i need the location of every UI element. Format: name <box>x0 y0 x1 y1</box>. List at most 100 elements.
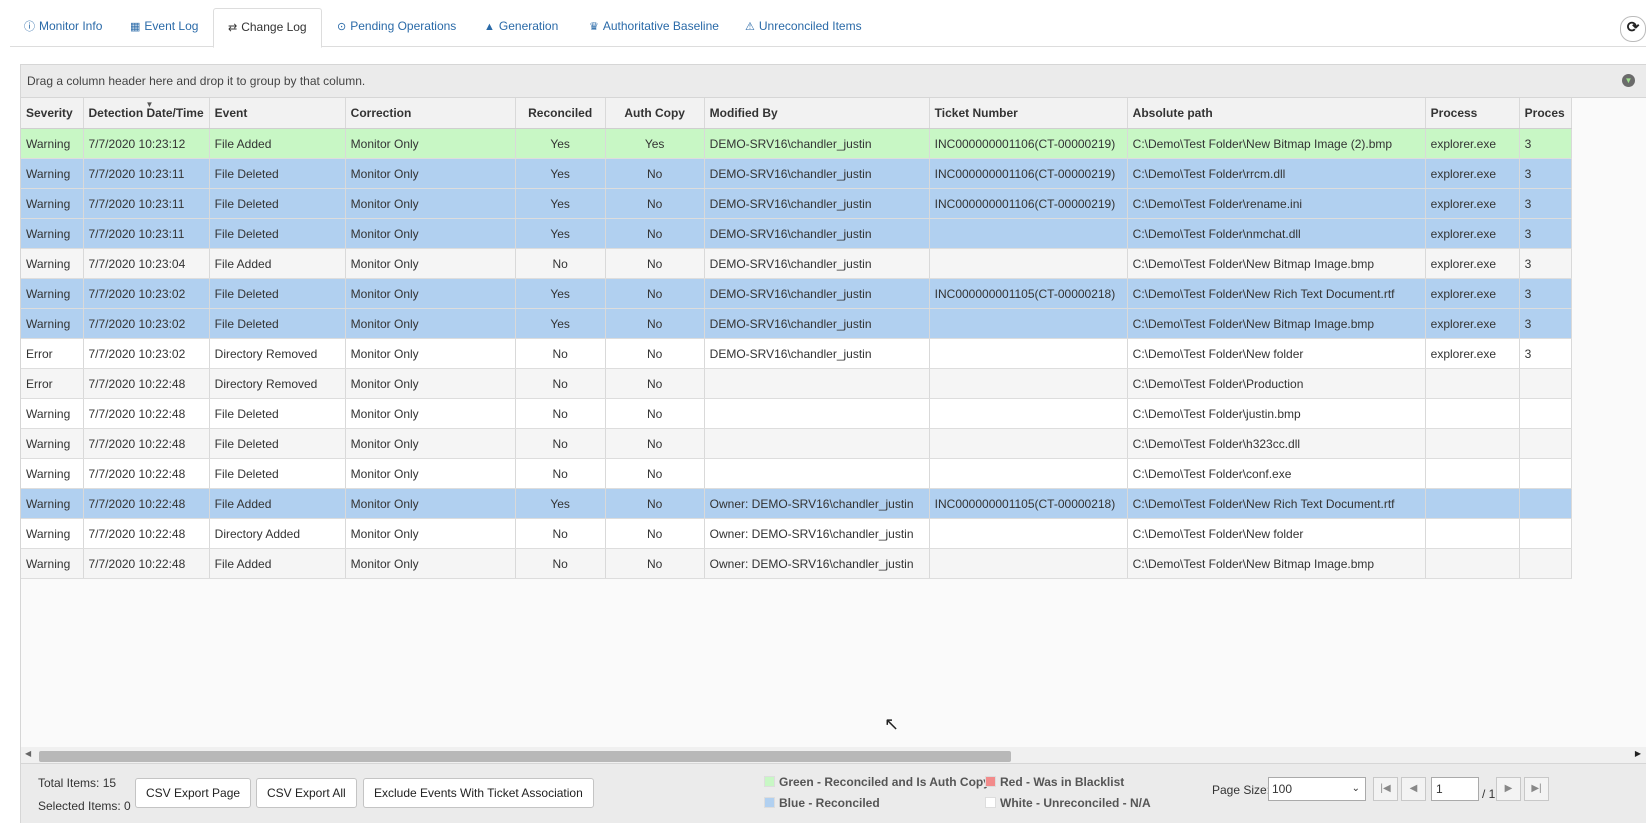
tab-change-log[interactable]: ⇄ Change Log <box>213 8 322 48</box>
cell-ticket-number: INC000000001105(CT-00000218) <box>929 488 1128 519</box>
table-row[interactable]: Warning 7/7/2020 10:23:02 File Deleted Moni… <box>21 308 1572 339</box>
first-page-button[interactable]: |◀ <box>1373 777 1398 801</box>
cell-process: explorer.exe <box>1425 188 1520 219</box>
scrollbar-thumb[interactable] <box>39 751 1011 762</box>
cell-process-2: 3 <box>1519 248 1572 279</box>
cell-ticket-number <box>929 518 1128 549</box>
cell-process-2 <box>1519 458 1572 489</box>
column-header-correction[interactable]: Correction <box>345 98 516 129</box>
cell-event: Directory Removed <box>209 338 346 369</box>
scroll-right-icon[interactable]: ▶ <box>1635 749 1641 758</box>
cell-severity: Warning <box>21 188 84 219</box>
cell-reconciled: Yes <box>515 278 606 309</box>
cell-ticket-number: INC000000001106(CT-00000219) <box>929 158 1128 189</box>
legend-green: Green - Reconciled and Is Auth Copy <box>764 775 990 789</box>
page-number-input[interactable]: 1 <box>1431 777 1479 801</box>
csv-export-all-button[interactable]: CSV Export All <box>256 778 357 808</box>
cell-modified-by: DEMO-SRV16\chandler_justin <box>704 158 930 189</box>
collapse-icon[interactable]: ▼ <box>1622 74 1635 87</box>
cell-reconciled: Yes <box>515 128 606 159</box>
cell-correction: Monitor Only <box>345 518 516 549</box>
legend-label: Green - Reconciled and Is Auth Copy <box>779 775 990 789</box>
cell-event: File Deleted <box>209 188 346 219</box>
csv-export-page-button[interactable]: CSV Export Page <box>135 778 252 808</box>
selected-items: Selected Items: 0 <box>38 799 131 813</box>
tab-event-log[interactable]: ▦ Event Log <box>130 8 198 45</box>
cell-severity: Warning <box>21 428 84 459</box>
page-size-select[interactable]: 100 ⌄ <box>1268 777 1366 801</box>
cell-severity: Warning <box>21 398 84 429</box>
tab-monitor-info[interactable]: ⓘ Monitor Info <box>24 8 102 45</box>
column-header-process[interactable]: Process <box>1425 98 1520 129</box>
cell-ticket-number <box>929 248 1128 279</box>
table-row[interactable]: Warning 7/7/2020 10:23:12 File Added Monito… <box>21 128 1572 159</box>
cell-ticket-number <box>929 458 1128 489</box>
cell-detection-datetime: 7/7/2020 10:23:04 <box>83 248 210 279</box>
table-row[interactable]: Error 7/7/2020 10:22:48 Directory Removed M… <box>21 368 1572 399</box>
cell-reconciled: No <box>515 458 606 489</box>
scroll-left-icon[interactable]: ◀ <box>25 749 31 758</box>
table-row[interactable]: Warning 7/7/2020 10:22:48 File Added Monito… <box>21 548 1572 579</box>
next-page-button[interactable]: ▶ <box>1496 777 1521 801</box>
cell-ticket-number: INC000000001106(CT-00000219) <box>929 188 1128 219</box>
column-header-process-2[interactable]: Proces <box>1519 98 1572 129</box>
cell-modified-by: DEMO-SRV16\chandler_justin <box>704 338 930 369</box>
cell-event: File Added <box>209 128 346 159</box>
cell-modified-by: DEMO-SRV16\chandler_justin <box>704 218 930 249</box>
column-header-modified-by[interactable]: Modified By <box>704 98 930 129</box>
table-row[interactable]: Warning 7/7/2020 10:22:48 File Added Monito… <box>21 488 1572 519</box>
trophy-icon: ♛ <box>589 21 599 33</box>
cell-modified-by <box>704 458 930 489</box>
refresh-icon[interactable]: ⟳ <box>1620 16 1646 42</box>
table-row[interactable]: Warning 7/7/2020 10:23:11 File Deleted Moni… <box>21 218 1572 249</box>
group-by-bar[interactable]: Drag a column header here and drop it to… <box>21 65 1646 98</box>
prev-page-button[interactable]: ◀ <box>1401 777 1426 801</box>
cell-absolute-path: C:\Demo\Test Folder\nmchat.dll <box>1127 218 1426 249</box>
cell-process <box>1425 368 1520 399</box>
tab-label: Monitor Info <box>39 19 103 33</box>
cell-absolute-path: C:\Demo\Test Folder\New Rich Text Docume… <box>1127 278 1426 309</box>
cell-absolute-path: C:\Demo\Test Folder\New Bitmap Image (2)… <box>1127 128 1426 159</box>
cell-reconciled: Yes <box>515 488 606 519</box>
column-header-auth-copy[interactable]: Auth Copy <box>605 98 705 129</box>
cell-auth-copy: No <box>605 548 705 579</box>
cell-process <box>1425 548 1520 579</box>
column-header-event[interactable]: Event <box>209 98 346 129</box>
column-header-ticket-number[interactable]: Ticket Number <box>929 98 1128 129</box>
tab-unreconciled-items[interactable]: ⚠ Unreconciled Items <box>745 8 862 45</box>
cell-event: File Deleted <box>209 458 346 489</box>
cell-process <box>1425 518 1520 549</box>
tab-generation[interactable]: ▲ Generation <box>484 8 558 45</box>
cell-severity: Warning <box>21 488 84 519</box>
last-page-button[interactable]: ▶| <box>1524 777 1549 801</box>
cell-ticket-number <box>929 548 1128 579</box>
cell-severity: Warning <box>21 128 84 159</box>
table-row[interactable]: Error 7/7/2020 10:23:02 Directory Removed M… <box>21 338 1572 369</box>
tab-pending-operations[interactable]: ⊙ Pending Operations <box>337 8 456 45</box>
cell-auth-copy: No <box>605 278 705 309</box>
horizontal-scrollbar[interactable]: ◀ ▶ <box>21 747 1646 763</box>
cell-absolute-path: C:\Demo\Test Folder\conf.exe <box>1127 458 1426 489</box>
table-row[interactable]: Warning 7/7/2020 10:23:04 File Added Monito… <box>21 248 1572 279</box>
cell-event: File Deleted <box>209 158 346 189</box>
table-row[interactable]: Warning 7/7/2020 10:22:48 File Deleted Moni… <box>21 428 1572 459</box>
cell-process-2 <box>1519 368 1572 399</box>
column-header-reconciled[interactable]: Reconciled <box>515 98 606 129</box>
cell-detection-datetime: 7/7/2020 10:22:48 <box>83 518 210 549</box>
table-row[interactable]: Warning 7/7/2020 10:22:48 Directory Added M… <box>21 518 1572 549</box>
header-row: Severity ▼ Detection Date/Time Event Corr… <box>21 98 1572 129</box>
tab-authoritative-baseline[interactable]: ♛ Authoritative Baseline <box>589 8 719 45</box>
table-row[interactable]: Warning 7/7/2020 10:23:11 File Deleted Moni… <box>21 158 1572 189</box>
cell-process-2 <box>1519 548 1572 579</box>
cell-modified-by <box>704 428 930 459</box>
table-row[interactable]: Warning 7/7/2020 10:23:11 File Deleted Moni… <box>21 188 1572 219</box>
cell-modified-by: Owner: DEMO-SRV16\chandler_justin <box>704 518 930 549</box>
table-row[interactable]: Warning 7/7/2020 10:22:48 File Deleted Moni… <box>21 458 1572 489</box>
column-header-severity[interactable]: Severity <box>21 98 84 129</box>
column-header-detection-datetime[interactable]: ▼ Detection Date/Time <box>83 98 210 129</box>
grid-footer: Total Items: 15 Selected Items: 0 CSV Ex… <box>21 763 1646 823</box>
table-row[interactable]: Warning 7/7/2020 10:22:48 File Deleted Moni… <box>21 398 1572 429</box>
table-row[interactable]: Warning 7/7/2020 10:23:02 File Deleted Moni… <box>21 278 1572 309</box>
exclude-ticket-events-button[interactable]: Exclude Events With Ticket Association <box>363 778 594 808</box>
column-header-absolute-path[interactable]: Absolute path <box>1127 98 1426 129</box>
